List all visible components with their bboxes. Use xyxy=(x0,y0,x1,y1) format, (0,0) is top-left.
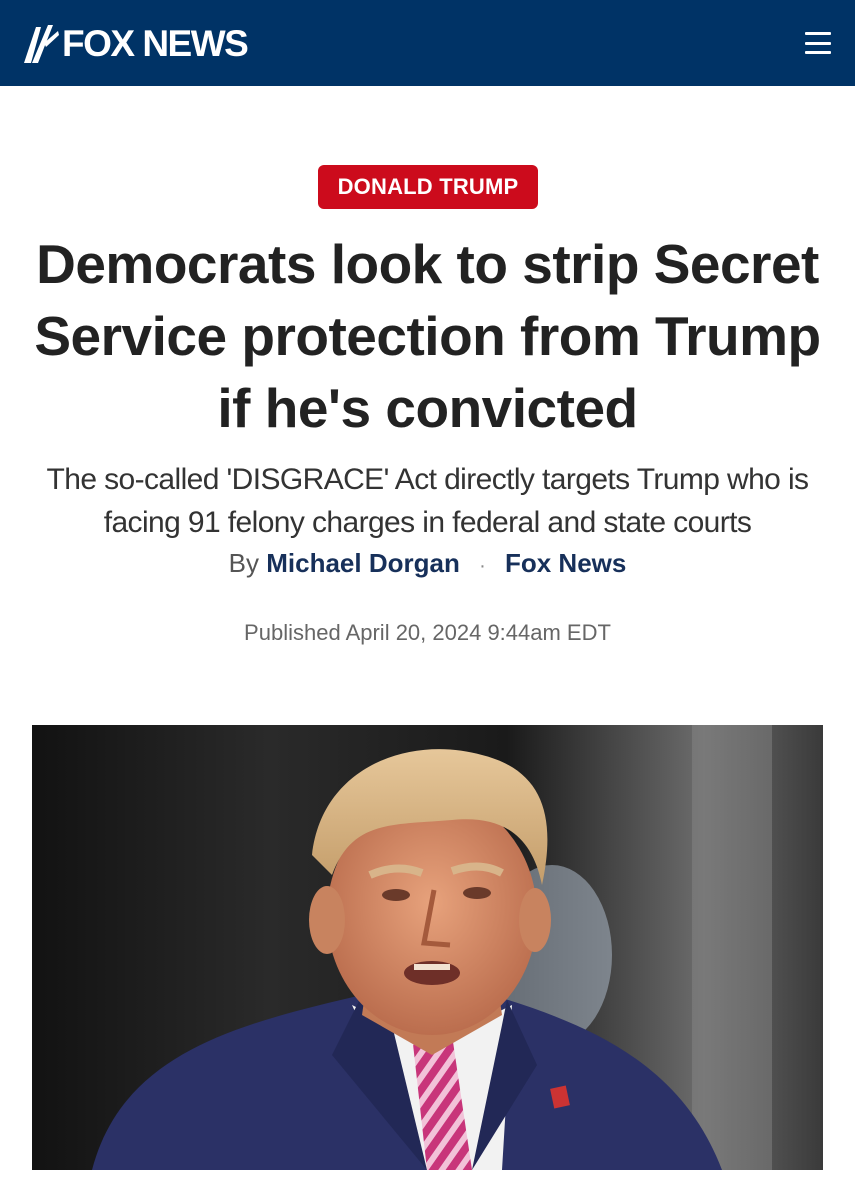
article-headline: Democrats look to strip Secret Service p… xyxy=(34,233,821,439)
category-tag[interactable]: DONALD TRUMP xyxy=(318,165,538,209)
author-link[interactable]: Michael Dorgan xyxy=(266,548,460,578)
site-header: FOX NEWS xyxy=(0,0,855,86)
fox-news-searchlight-icon xyxy=(24,25,59,63)
byline: By Michael Dorgan · Fox News xyxy=(0,545,855,584)
published-date: Published April 20, 2024 9:44am EDT xyxy=(244,620,611,645)
byline-separator: · xyxy=(479,555,486,577)
hero-image xyxy=(32,725,823,1170)
fox-news-logo[interactable]: FOX NEWS xyxy=(22,19,249,67)
byline-prefix: By xyxy=(228,548,259,578)
hamburger-menu-icon[interactable] xyxy=(805,32,831,54)
hero-photo-illustration xyxy=(32,725,823,1170)
outlet-link[interactable]: Fox News xyxy=(505,548,626,578)
article-subheadline: The so-called 'DISGRACE' Act directly ta… xyxy=(46,463,810,539)
logo-text: FOX NEWS xyxy=(62,22,249,64)
